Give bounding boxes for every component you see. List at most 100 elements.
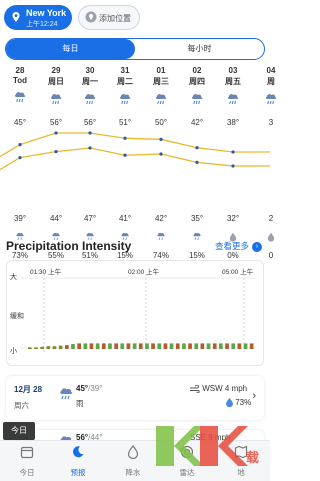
day-low: 44°: [39, 214, 73, 223]
precip-bar: [164, 343, 168, 349]
precip-bar: [157, 343, 161, 349]
bottom-nav: 今日 预报 降水 雷达 地: [0, 440, 270, 481]
forecast-tabs: 每日 每小时: [5, 38, 265, 60]
wind-icon: [190, 385, 200, 393]
nav-map-label: 地: [214, 467, 268, 478]
day-date: 31: [108, 66, 142, 75]
rain-cloud-icon: [49, 92, 63, 106]
see-more-label: 查看更多: [215, 241, 249, 251]
chevron-right-icon[interactable]: ›: [252, 390, 256, 402]
nav-precip[interactable]: 降水: [106, 445, 160, 478]
day-date: 30: [73, 66, 107, 75]
drop-icon: [226, 398, 233, 407]
day-low: 32°: [216, 214, 250, 223]
nav-today-label: 今日: [0, 467, 54, 478]
daily-card[interactable]: 12月 28 周六 45°/39° 雨 WSW 4 mph 73% ›: [6, 376, 264, 420]
precip-bar: [108, 343, 112, 349]
day-precip-pct: 74%: [144, 251, 178, 260]
tab-daily[interactable]: 每日: [6, 39, 135, 59]
location-time: 上午12:24: [26, 19, 58, 29]
day-column[interactable]: 01周三50°42°: [144, 66, 178, 111]
day-date: 04: [254, 66, 288, 75]
day-weekday: 周一: [73, 76, 107, 87]
day-low: 35°: [180, 214, 214, 223]
day-precip: 74%: [144, 230, 178, 260]
rain-cloud-icon: [190, 92, 204, 106]
add-location-icon: [85, 11, 97, 23]
radar-icon: [180, 445, 194, 459]
precip-bar: [96, 343, 100, 349]
day-date: 02: [180, 66, 214, 75]
card-wind: WSW 4 mph: [190, 384, 247, 393]
rain-cloud-icon: [58, 386, 74, 400]
day-column[interactable]: 02周四42°35°: [180, 66, 214, 111]
day-column[interactable]: 04周32: [254, 66, 288, 111]
day-high: 38°: [216, 118, 250, 127]
add-location-button[interactable]: 添加位置: [78, 5, 140, 30]
rain-cloud-icon: [264, 92, 278, 106]
day-precip-pct: 0: [254, 251, 288, 260]
card-precip: 73%: [226, 398, 251, 407]
nav-precip-label: 降水: [106, 467, 160, 478]
precip-bar: [127, 343, 131, 349]
precip-bar: [238, 343, 242, 349]
day-precip-pct: 15%: [180, 251, 214, 260]
drop-icon: [126, 445, 140, 459]
day-weekday: 周三: [144, 76, 178, 87]
precip-bar: [114, 343, 118, 349]
day-column[interactable]: 28Tod45°39°: [3, 66, 37, 109]
card-precip-label: 73%: [235, 398, 251, 407]
day-column[interactable]: 03周五38°32°: [216, 66, 250, 111]
day-weekday: 周日: [39, 76, 73, 87]
nav-today[interactable]: 今日: [0, 445, 54, 478]
location-pin-icon: [10, 11, 22, 23]
precip-bar: [102, 343, 106, 349]
nav-forecast-label: 预报: [51, 467, 105, 478]
nav-map[interactable]: 地: [214, 445, 268, 478]
precip-bar: [84, 343, 88, 349]
precip-bar: [120, 343, 124, 349]
card-high: 45°: [76, 384, 88, 393]
precip-bar: [207, 343, 211, 349]
day-weekday: 周二: [108, 76, 142, 87]
precip-bar: [90, 343, 94, 349]
day-column[interactable]: 30周一56°47°: [73, 66, 107, 111]
precip-bar: [250, 343, 254, 349]
nav-forecast[interactable]: 预报: [51, 445, 105, 478]
see-more-link[interactable]: 查看更多›: [215, 240, 262, 252]
card-date: 12月 28: [14, 384, 42, 395]
drizzle-icon: [192, 231, 202, 243]
precip-bar: [213, 343, 217, 349]
precip-bar: [182, 343, 186, 349]
day-weekday: Tod: [3, 76, 37, 85]
day-column[interactable]: 31周二51°41°: [108, 66, 142, 111]
precip-bar: [201, 343, 205, 349]
day-high: 50°: [144, 118, 178, 127]
drop-icon: [266, 231, 276, 243]
calendar-icon: [20, 445, 34, 459]
precip-bar: [77, 343, 81, 349]
precip-bar: [28, 347, 32, 349]
card-weekday: 周六: [14, 400, 29, 411]
nav-radar-label: 雷达: [160, 467, 214, 478]
precip-bar: [244, 343, 248, 349]
day-high: 56°: [73, 118, 107, 127]
nav-radar[interactable]: 雷达: [160, 445, 214, 478]
day-high: 56°: [39, 118, 73, 127]
tab-hourly[interactable]: 每小时: [135, 39, 264, 59]
precip-bar: [225, 343, 229, 349]
precip-section-title: Precipitation Intensity: [6, 239, 131, 253]
location-pill[interactable]: New York 上午12:24: [4, 5, 72, 30]
map-icon: [234, 445, 248, 459]
day-column[interactable]: 29周日56°44°: [39, 66, 73, 111]
precip-bar: [40, 347, 44, 349]
day-high: 42°: [180, 118, 214, 127]
daily-forecast-strip[interactable]: 28Tod45°39°29周日56°44°30周一56°47°31周二51°41…: [0, 66, 270, 226]
drizzle-icon: [156, 231, 166, 243]
rain-cloud-icon: [226, 92, 240, 106]
day-precip: 15%: [180, 230, 214, 260]
day-weekday: 周五: [216, 76, 250, 87]
day-low: 39°: [3, 214, 37, 223]
day-high: 3: [254, 118, 288, 127]
card-temp: 45°/39°: [76, 384, 102, 393]
